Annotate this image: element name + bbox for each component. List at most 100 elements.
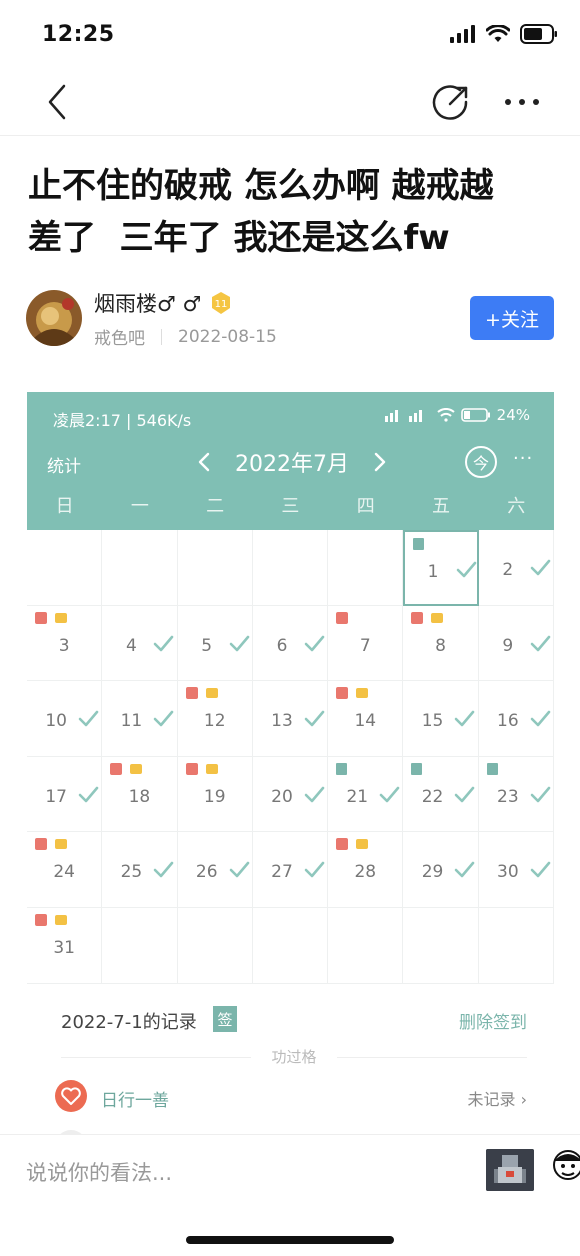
section-divider: 功过格	[61, 1046, 527, 1070]
more-options-icon[interactable]	[500, 84, 544, 120]
yellow-screen-icon	[356, 839, 369, 850]
author-name-row: 烟雨楼♂ ♂ 11	[94, 288, 233, 318]
check-icon	[304, 710, 325, 727]
record-title: 2022-7-1的记录	[61, 1012, 197, 1033]
red-book-icon	[110, 762, 123, 775]
calendar-day-cell[interactable]: 17	[27, 756, 103, 833]
calendar-header: 凌晨2:17 | 546K/s 24% 统计 2022年7月 今 ··· 日 一…	[27, 392, 554, 530]
day-marks	[411, 611, 444, 624]
home-indicator	[186, 1236, 394, 1244]
comment-input[interactable]: 说说你的看法...	[26, 1157, 172, 1187]
avatar[interactable]	[26, 290, 82, 346]
check-icon	[78, 786, 99, 803]
calendar-day-cell[interactable]: 31	[27, 908, 103, 984]
comment-bar: 说说你的看法...	[0, 1134, 580, 1204]
delete-checkin-button[interactable]: 删除签到	[459, 1008, 527, 1033]
calendar-empty-cell	[252, 908, 329, 984]
day-number: 18	[128, 786, 151, 807]
calendar-day-cell[interactable]: 11	[102, 681, 178, 757]
post-title: 止不住的破戒 怎么办啊 越戒越 差了 三年了 我还是这么fw	[28, 160, 548, 264]
check-icon	[153, 710, 174, 727]
battery-icon	[520, 24, 557, 44]
red-book-icon	[35, 914, 47, 926]
back-arrow-icon[interactable]	[40, 82, 80, 122]
prev-month-icon[interactable]	[197, 452, 211, 472]
day-number: 31	[53, 938, 75, 958]
red-book-icon	[185, 687, 198, 700]
embedded-status-text: 凌晨2:17 | 546K/s	[53, 411, 192, 430]
check-icon	[530, 786, 551, 803]
yellow-screen-icon	[431, 612, 444, 623]
divider-line-right	[337, 1057, 527, 1058]
author-name[interactable]: 烟雨楼♂ ♂	[94, 288, 201, 318]
weekday-row: 日 一 二 三 四 五 六	[27, 492, 554, 528]
day-marks	[486, 762, 498, 775]
calendar-day-cell[interactable]: 16	[478, 681, 554, 757]
teal-book-icon	[336, 762, 348, 775]
teal-book-icon	[411, 762, 423, 775]
day-marks	[35, 914, 67, 926]
calendar-more-icon[interactable]: ···	[513, 448, 533, 469]
embedded-signal-icon	[384, 410, 422, 422]
weekday-mon: 一	[130, 496, 149, 517]
teal-book-icon	[413, 538, 425, 550]
calendar-empty-cell	[102, 530, 178, 606]
embedded-calendar-screenshot: 凌晨2:17 | 546K/s 24% 统计 2022年7月 今 ··· 日 一…	[27, 392, 554, 1134]
weekday-tue: 二	[206, 496, 225, 517]
calendar-day-cell[interactable]: 18	[102, 756, 178, 833]
yellow-screen-icon	[55, 612, 67, 623]
calendar-day-cell[interactable]: 2	[478, 530, 554, 606]
yellow-screen-icon	[55, 915, 67, 925]
robot-sticker-thumbnail[interactable]	[486, 1149, 534, 1191]
day-marks	[411, 762, 423, 775]
calendar-grid: 1 2 3 4 5 6 7 8 9 10 11 12 13 14 15 16 17 18 19 20 21 22 23 24 2…	[27, 530, 554, 984]
calendar-day-cell[interactable]: 27	[252, 832, 329, 908]
author-meta: 戒色吧 2022-08-15	[94, 324, 277, 350]
check-icon	[530, 635, 551, 651]
status-bar: 12:25	[0, 0, 580, 70]
red-book-icon	[336, 838, 349, 851]
habit-row[interactable]: 日行一善 未记录 ›	[55, 1078, 527, 1122]
calendar-empty-cell	[328, 908, 404, 984]
share-icon[interactable]	[430, 82, 472, 124]
check-icon	[530, 862, 551, 878]
weekday-fri: 五	[431, 496, 450, 517]
sign-badge: 签	[213, 1006, 237, 1032]
embedded-battery-icon	[460, 408, 490, 422]
day-marks	[185, 762, 218, 775]
day-marks	[185, 687, 218, 700]
calendar-day-cell[interactable]: 23	[478, 756, 554, 833]
calendar-empty-cell	[27, 530, 103, 606]
weekday-sat: 六	[507, 496, 526, 517]
status-time: 12:25	[42, 22, 115, 47]
day-marks	[35, 611, 67, 624]
yellow-screen-icon	[130, 763, 143, 774]
calendar-empty-cell	[478, 908, 554, 984]
red-book-icon	[411, 611, 424, 624]
calendar-empty-cell	[177, 908, 253, 984]
calendar-day-cell[interactable]: 6	[252, 605, 329, 682]
day-marks	[336, 611, 349, 624]
meta-divider	[161, 328, 162, 345]
yellow-screen-icon	[55, 839, 67, 850]
meme-sticker-thumbnail[interactable]	[548, 1145, 580, 1193]
calendar-day-cell[interactable]: 13	[252, 681, 329, 757]
level-badge-text: 11	[215, 299, 228, 310]
author-row: 烟雨楼♂ ♂ 11 戒色吧 2022-08-15 +关注	[26, 288, 556, 352]
month-title: 2022年7月	[235, 452, 349, 477]
next-month-icon[interactable]	[373, 452, 387, 472]
calendar-day-cell[interactable]: 30	[478, 832, 554, 908]
wifi-icon	[486, 25, 510, 42]
calendar-day-cell[interactable]: 9	[478, 605, 554, 682]
red-book-icon	[336, 687, 349, 700]
forum-name[interactable]: 戒色吧	[94, 324, 145, 349]
stats-link[interactable]: 统计	[47, 452, 81, 477]
today-button[interactable]: 今	[465, 446, 497, 478]
record-header: 2022-7-1的记录 签 删除签到	[61, 1006, 527, 1036]
level-badge: 11	[209, 291, 233, 315]
follow-button[interactable]: +关注	[470, 296, 554, 340]
post-date: 2022-08-15	[178, 326, 277, 347]
status-icons	[450, 24, 558, 44]
red-book-icon	[185, 762, 198, 775]
calendar-day-cell[interactable]: 7	[328, 605, 404, 682]
